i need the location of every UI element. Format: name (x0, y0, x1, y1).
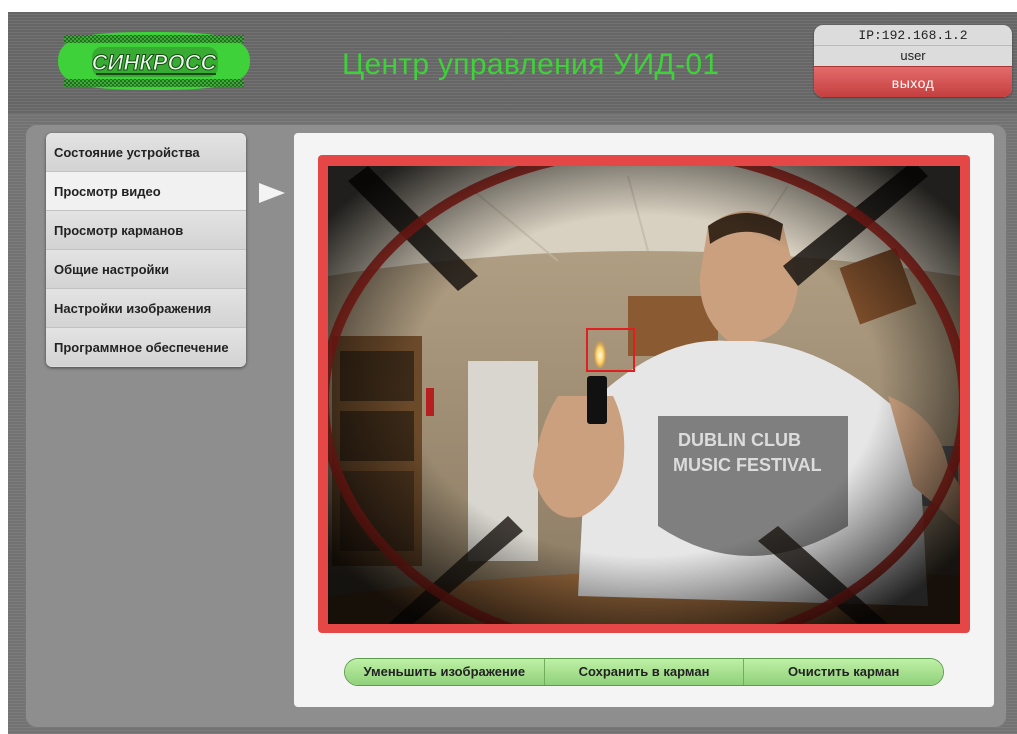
clear-pocket-button[interactable]: Очистить карман (744, 659, 943, 685)
company-logo: СИНКРОСС (48, 28, 258, 94)
video-controls: Уменьшить изображение Сохранить в карман… (344, 658, 944, 686)
user-panel: IP:192.168.1.2 user выход (814, 25, 1012, 97)
logout-button[interactable]: выход (814, 66, 1012, 97)
sidebar-item-general-settings[interactable]: Общие настройки (46, 250, 246, 289)
svg-text:СИНКРОСС: СИНКРОСС (92, 50, 218, 75)
ip-address: IP:192.168.1.2 (858, 28, 968, 43)
content-panel: DUBLIN CLUB MUSIC FESTIVAL (294, 133, 994, 707)
sidebar-menu: Состояние устройства Просмотр видео Прос… (46, 133, 246, 367)
video-feed[interactable]: DUBLIN CLUB MUSIC FESTIVAL (328, 166, 960, 624)
video-alarm-frame: DUBLIN CLUB MUSIC FESTIVAL (318, 155, 970, 633)
username: user (814, 45, 1012, 66)
sidebar-item-pockets-view[interactable]: Просмотр карманов (46, 211, 246, 250)
video-image: DUBLIN CLUB MUSIC FESTIVAL (328, 166, 960, 624)
active-item-arrow-icon (259, 183, 285, 203)
header: СИНКРОСС Центр управления УИД-01 IP:192.… (8, 12, 1017, 114)
sidebar-item-image-settings[interactable]: Настройки изображения (46, 289, 246, 328)
page-title: Центр управления УИД-01 (342, 48, 720, 81)
sidebar-item-device-status[interactable]: Состояние устройства (46, 133, 246, 172)
shrink-image-button[interactable]: Уменьшить изображение (345, 659, 545, 685)
save-to-pocket-button[interactable]: Сохранить в карман (544, 659, 745, 685)
app-window: СИНКРОСС Центр управления УИД-01 IP:192.… (8, 12, 1017, 734)
sidebar-item-video-view[interactable]: Просмотр видео (46, 172, 246, 211)
sidebar-item-software[interactable]: Программное обеспечение (46, 328, 246, 366)
